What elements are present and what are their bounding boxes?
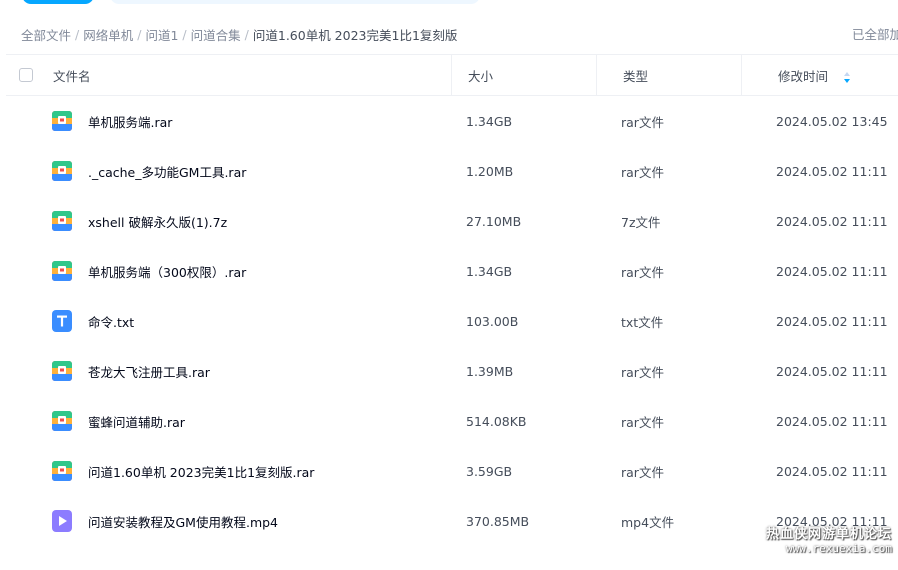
file-type: rar文件 [621, 414, 664, 430]
file-row[interactable]: 蜜蜂问道辅助.rar 514.08KB rar文件 2024.05.02 11:11 [6, 396, 898, 446]
breadcrumb: 全部文件 / 网络单机 / 问道1 / 问道合集 / 问道1.60单机 2023… [21, 24, 457, 44]
breadcrumb-separator: / [244, 26, 249, 42]
file-type: txt文件 [621, 314, 664, 330]
column-header-modified[interactable]: 修改时间 [768, 66, 898, 85]
file-name[interactable]: xshell 破解永久版(1).7z [88, 212, 227, 231]
breadcrumb-separator: / [182, 26, 187, 42]
file-size: 1.34GB [466, 263, 513, 279]
column-header-size[interactable]: 大小 [458, 66, 613, 85]
file-row[interactable]: 单机服务端（300权限）.rar 1.34GB rar文件 2024.05.02 11… [6, 246, 898, 296]
rar-archive-icon [51, 410, 73, 432]
file-name-cell[interactable]: ._cache_多功能GM工具.rar [46, 160, 456, 182]
file-type: mp4文件 [621, 514, 675, 530]
file-name[interactable]: 问道安装教程及GM使用教程.mp4 [88, 512, 278, 531]
watermark: 热血侠网游单机论坛 www.rexuexia.com [766, 528, 892, 556]
rar-archive-icon [51, 160, 73, 182]
file-row[interactable]: 命令.txt 103.00B txt文件 2024.05.02 11:11 [6, 296, 898, 346]
file-type: rar文件 [621, 364, 664, 380]
file-name[interactable]: 命令.txt [88, 312, 134, 331]
file-row[interactable]: xshell 破解永久版(1).7z 27.10MB 7z文件 2024.05.02 … [6, 196, 898, 246]
file-modified: 2024.05.02 11:11 [776, 213, 888, 229]
file-type: rar文件 [621, 264, 664, 280]
select-all-cell [6, 68, 46, 82]
file-row[interactable]: 单机服务端.rar 1.34GB rar文件 2024.05.02 13:45 [6, 96, 898, 146]
file-type: rar文件 [621, 114, 664, 130]
file-row[interactable]: ._cache_多功能GM工具.rar 1.20MB rar文件 2024.05.02… [6, 146, 898, 196]
file-modified: 2024.05.02 11:11 [776, 313, 888, 329]
file-size: 370.85MB [466, 513, 530, 529]
file-size: 103.00B [466, 313, 519, 329]
rar-archive-icon [51, 110, 73, 132]
column-divider[interactable] [596, 55, 597, 95]
file-name[interactable]: ._cache_多功能GM工具.rar [88, 162, 246, 181]
file-row[interactable]: 问道1.60单机 2023完美1比1复刻版.rar 3.59GB rar文件 2024… [6, 446, 898, 496]
rar-archive-icon [51, 260, 73, 282]
watermark-url: www.rexuexia.com [786, 542, 892, 555]
file-name-cell[interactable]: xshell 破解永久版(1).7z [46, 210, 456, 232]
file-modified: 2024.05.02 11:11 [776, 163, 888, 179]
video-file-icon [51, 510, 73, 532]
file-size: 27.10MB [466, 213, 522, 229]
file-name-cell[interactable]: 问道安装教程及GM使用教程.mp4 [46, 510, 456, 532]
file-name[interactable]: 单机服务端（300权限）.rar [88, 262, 246, 281]
table-header: 文件名 大小 类型 修改时间 [6, 54, 898, 96]
file-row[interactable]: 苍龙大飞注册工具.rar 1.39MB rar文件 2024.05.02 11:11 [6, 346, 898, 396]
file-modified: 2024.05.02 11:11 [776, 263, 888, 279]
file-modified: 2024.05.02 13:45 [776, 113, 888, 129]
top-toolbar-edge [0, 0, 898, 12]
breadcrumb-item-all-files[interactable]: 全部文件 [21, 25, 71, 44]
breadcrumb-item-wendao1[interactable]: 问道1 [145, 25, 178, 44]
file-type: 7z文件 [621, 214, 661, 230]
file-modified: 2024.05.02 11:11 [776, 463, 888, 479]
file-size: 514.08KB [466, 413, 527, 429]
watermark-title: 热血侠网游单机论坛 [765, 527, 892, 542]
file-name[interactable]: 单机服务端.rar [88, 112, 172, 131]
rar-archive-icon [51, 210, 73, 232]
file-name[interactable]: 问道1.60单机 2023完美1比1复刻版.rar [88, 462, 314, 481]
column-divider[interactable] [451, 55, 452, 95]
breadcrumb-item-network-standalone[interactable]: 网络单机 [83, 25, 133, 44]
column-header-modified-label: 修改时间 [778, 68, 829, 84]
file-table: 文件名 大小 类型 修改时间 单机服务端.rar 1.34GB rar文件 2024.… [6, 54, 898, 546]
breadcrumb-item-collection[interactable]: 问道合集 [191, 25, 241, 44]
file-size: 3.59GB [466, 463, 513, 479]
file-name-cell[interactable]: 问道1.60单机 2023完美1比1复刻版.rar [46, 460, 456, 482]
rar-archive-icon [51, 360, 73, 382]
file-name-cell[interactable]: 蜜蜂问道辅助.rar [46, 410, 456, 432]
search-bar-edge[interactable] [110, 0, 480, 4]
file-row[interactable]: 问道安装教程及GM使用教程.mp4 370.85MB mp4文件 2024.05.02… [6, 496, 898, 546]
select-all-checkbox[interactable] [19, 68, 33, 82]
file-size: 1.20MB [466, 163, 514, 179]
file-name-cell[interactable]: 命令.txt [46, 310, 456, 332]
file-modified: 2024.05.02 11:11 [776, 363, 888, 379]
file-type: rar文件 [621, 464, 664, 480]
upload-button-edge[interactable] [22, 0, 94, 4]
file-name[interactable]: 苍龙大飞注册工具.rar [88, 362, 210, 381]
column-header-name[interactable]: 文件名 [46, 66, 458, 85]
text-file-icon [51, 310, 73, 332]
file-name-cell[interactable]: 单机服务端.rar [46, 110, 456, 132]
column-header-type[interactable]: 类型 [613, 66, 768, 85]
file-type: rar文件 [621, 164, 664, 180]
file-modified: 2024.05.02 11:11 [776, 413, 888, 429]
rar-archive-icon [51, 460, 73, 482]
breadcrumb-current-folder: 问道1.60单机 2023完美1比1复刻版 [252, 27, 458, 43]
file-size: 1.39MB [466, 363, 514, 379]
column-divider[interactable] [741, 55, 742, 95]
file-size: 1.34GB [466, 113, 513, 129]
file-name[interactable]: 蜜蜂问道辅助.rar [88, 412, 185, 431]
file-name-cell[interactable]: 苍龙大飞注册工具.rar [46, 360, 456, 382]
breadcrumb-separator: / [75, 26, 80, 42]
breadcrumb-separator: / [137, 26, 142, 42]
file-list: 单机服务端.rar 1.34GB rar文件 2024.05.02 13:45 ._ca… [6, 96, 898, 546]
file-name-cell[interactable]: 单机服务端（300权限）.rar [46, 260, 456, 282]
sort-desc-icon[interactable] [844, 71, 851, 83]
loaded-status-text: 已全部加载 [852, 27, 898, 42]
